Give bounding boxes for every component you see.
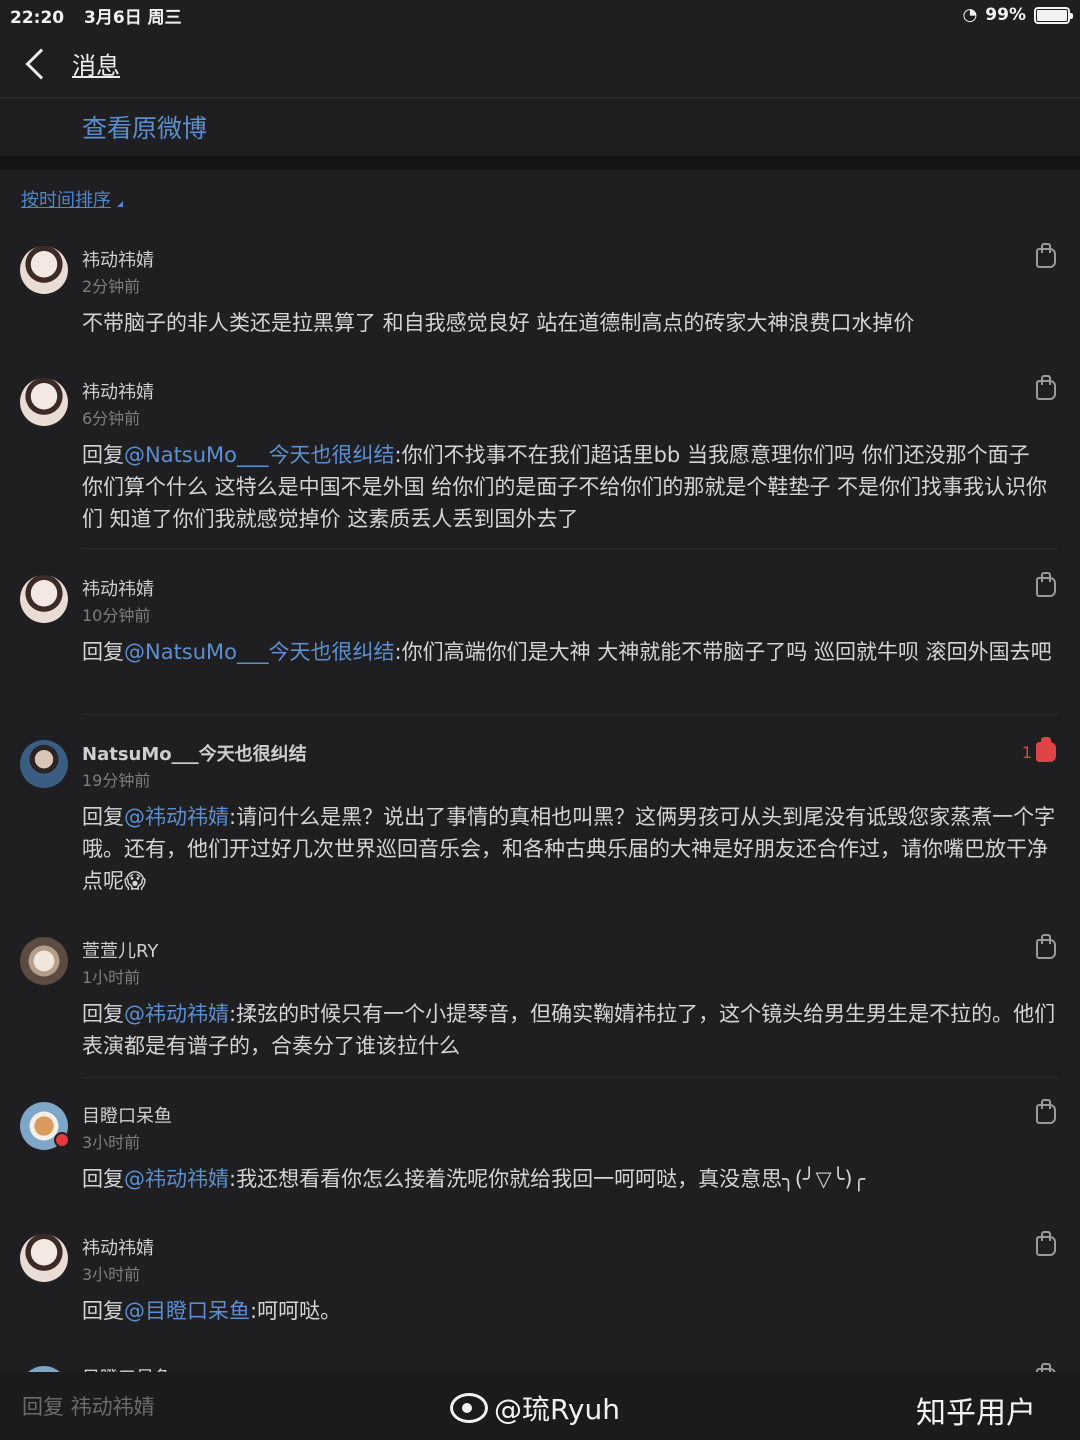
comment-time: 6分钟前 — [82, 409, 141, 428]
comment-item: 萱萱儿RY 1小时前 回复@祎动祎婧:揉弦的时候只有一个小提琴音，但确实鞠婧祎拉… — [0, 931, 1080, 1078]
comment-text: 回复@祎动祎婧:揉弦的时候只有一个小提琴音，但确实鞠婧祎拉了，这个镜头给男生男生… — [82, 998, 1057, 1062]
comment-time: 2分钟前 — [82, 277, 141, 296]
mention-link[interactable]: @NatsuMo___今天也很纠结 — [124, 443, 395, 467]
thumbs-up-icon — [1036, 1231, 1056, 1256]
comment-text: 回复@NatsuMo___今天也很纠结:你们不找事不在我们超话里bb 当我愿意理… — [82, 439, 1057, 535]
comment-text: 回复@目瞪口呆鱼:呵呵哒。 — [82, 1295, 1057, 1327]
comment-item: 祎动祎婧 6分钟前 回复@NatsuMo___今天也很纠结:你们不找事不在我们超… — [0, 372, 1080, 549]
comment-text: 回复@NatsuMo___今天也很纠结:你们高端你们是大神 大神就能不带脑子了吗… — [82, 636, 1057, 668]
reply-prefix: 回复 — [82, 1002, 124, 1026]
sort-label: 按时间排序 — [21, 190, 111, 211]
back-button-label[interactable]: 消息 — [72, 46, 120, 81]
verified-badge-icon — [54, 1132, 70, 1148]
mention-link[interactable]: @祎动祎婧 — [124, 805, 229, 829]
comment-author[interactable]: 萱萱儿RY — [82, 937, 158, 963]
avatar[interactable] — [20, 575, 68, 623]
thumbs-up-icon — [1036, 934, 1056, 959]
status-bar: 22:20 3月6日 周三 ◔ 99% — [0, 0, 1080, 30]
weibo-watermark-text: @琉Ryuh — [494, 1393, 620, 1426]
reply-prefix: 回复 — [82, 443, 124, 467]
comment-author[interactable]: 目瞪口呆鱼 — [82, 1364, 172, 1372]
mention-link[interactable]: @祎动祎婧 — [124, 1002, 229, 1026]
weibo-watermark: @琉Ryuh — [450, 1388, 620, 1428]
reply-prefix: 回复 — [82, 1167, 124, 1191]
mention-link[interactable]: @祎动祎婧 — [124, 1167, 229, 1191]
comment-divider — [82, 548, 1058, 549]
like-button[interactable] — [1032, 1231, 1056, 1258]
battery-icon — [1034, 6, 1073, 24]
weibo-logo-icon — [450, 1393, 488, 1423]
like-button[interactable] — [1032, 572, 1056, 599]
comment-item: 祎动祎婧 2分钟前 不带脑子的非人类还是拉黑算了 和自我感觉良好 站在道德制高点… — [0, 240, 1080, 358]
comment-body: :呵呵哒。 — [250, 1299, 342, 1323]
like-button[interactable] — [1032, 1099, 1056, 1126]
back-chevron-icon[interactable] — [25, 47, 57, 80]
battery-percent: 99% — [985, 5, 1026, 25]
reply-prefix: 回复 — [82, 1299, 124, 1323]
zhihu-watermark: 知乎用户 — [916, 1396, 1036, 1431]
like-button[interactable] — [1032, 934, 1056, 961]
mention-link[interactable]: @目瞪口呆鱼 — [124, 1299, 250, 1323]
comment-body: 不带脑子的非人类还是拉黑算了 和自我感觉良好 站在道德制高点的砖家大神浪费口水掉… — [82, 311, 915, 335]
thumbs-up-icon — [1036, 572, 1056, 597]
comment-author[interactable]: 目瞪口呆鱼 — [82, 1102, 172, 1128]
like-button[interactable] — [1032, 243, 1056, 270]
reply-prefix: 回复 — [82, 805, 124, 829]
status-date: 3月6日 周三 — [84, 7, 182, 28]
avatar[interactable] — [20, 1234, 68, 1282]
comment-text: 回复@祎动祎婧:我还想看看你怎么接着洗呢你就给我回一呵呵哒，真没意思╮(╯▽╰)… — [82, 1163, 1057, 1195]
comment-text: 回复@祎动祎婧:请问什么是黑？说出了事情的真相也叫黑？这俩男孩可从头到尾没有诋毁… — [82, 801, 1057, 897]
wifi-icon: ◔ — [962, 5, 978, 25]
comment-time: 3小时前 — [82, 1265, 141, 1284]
status-left: 22:20 3月6日 周三 — [10, 3, 196, 28]
view-original-weibo-link[interactable]: 查看原微博 — [0, 98, 1080, 156]
like-button[interactable] — [1032, 375, 1056, 402]
reply-prefix: 回复 — [82, 640, 124, 664]
like-button[interactable]: 1 — [1012, 737, 1056, 764]
status-time: 22:20 — [10, 7, 65, 28]
comment-time: 1小时前 — [82, 968, 141, 987]
avatar[interactable] — [20, 246, 68, 294]
like-count: 1 — [1021, 742, 1032, 762]
thumbs-up-icon — [1036, 375, 1056, 400]
thumbs-up-icon — [1036, 243, 1056, 268]
avatar[interactable] — [20, 378, 68, 426]
comment-time: 10分钟前 — [82, 606, 151, 625]
thumbs-up-icon — [1036, 1099, 1056, 1124]
avatar[interactable] — [20, 937, 68, 985]
comment-body: :你们高端你们是大神 大神就能不带脑子了吗 巡回就牛呗 滚回外国去吧 — [394, 640, 1052, 664]
battery-fill — [1037, 9, 1067, 21]
comment-author[interactable]: 祎动祎婧 — [82, 1234, 154, 1260]
thumbs-up-icon — [1036, 737, 1056, 762]
comment-time: 19分钟前 — [82, 771, 151, 790]
comment-divider — [82, 1077, 1058, 1078]
comment-item: 祎动祎婧 10分钟前 回复@NatsuMo___今天也很纠结:你们高端你们是大神… — [0, 569, 1080, 715]
avatar[interactable] — [20, 740, 68, 788]
comment-author[interactable]: 祎动祎婧 — [82, 246, 154, 272]
comment-author[interactable]: NatsuMo___今天也很纠结 — [82, 740, 307, 766]
comment-text: 不带脑子的非人类还是拉黑算了 和自我感觉良好 站在道德制高点的砖家大神浪费口水掉… — [82, 307, 1057, 339]
comment-item: 目瞪口呆鱼 3小时前 回复@祎动祎婧:我还想看看你怎么接着洗呢你就给我回一呵呵哒… — [0, 1096, 1080, 1208]
caret-icon — [117, 201, 123, 207]
nav-bar: 消息 — [0, 30, 1080, 98]
comment-divider — [82, 714, 1058, 715]
status-right: ◔ 99% — [962, 5, 1073, 25]
reply-placeholder: 回复 祎动祎婧 — [22, 1395, 155, 1419]
comment-time: 3小时前 — [82, 1133, 141, 1152]
comment-item: 祎动祎婧 3小时前 回复@目瞪口呆鱼:呵呵哒。 — [0, 1228, 1080, 1340]
sort-toggle[interactable]: 按时间排序 — [0, 170, 1080, 228]
section-divider — [0, 156, 1080, 170]
comment-item: 目瞪口呆鱼 — [0, 1360, 1080, 1372]
comment-author[interactable]: 祎动祎婧 — [82, 378, 154, 404]
comment-body: :我还想看看你怎么接着洗呢你就给我回一呵呵哒，真没意思╮(╯▽╰)╭ — [229, 1167, 866, 1191]
comment-item: NatsuMo___今天也很纠结 19分钟前 1 回复@祎动祎婧:请问什么是黑？… — [0, 734, 1080, 910]
comment-author[interactable]: 祎动祎婧 — [82, 575, 154, 601]
mention-link[interactable]: @NatsuMo___今天也很纠结 — [124, 640, 395, 664]
